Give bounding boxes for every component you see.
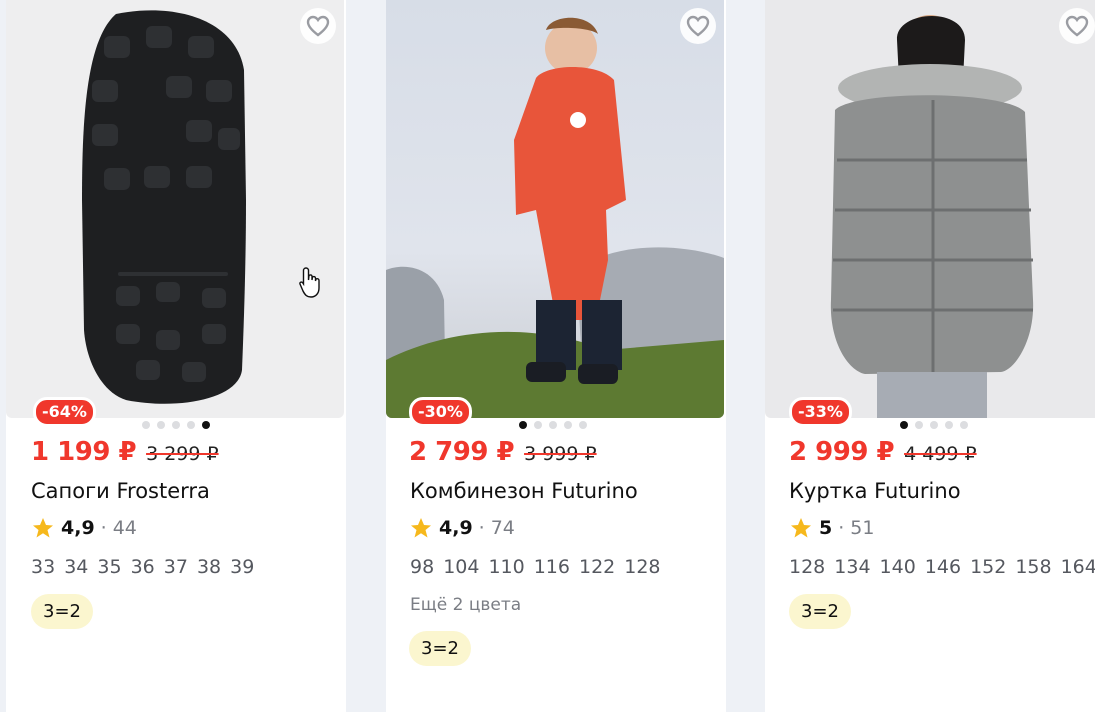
price-row: 2 999 ₽ 4 499 ₽: [789, 437, 977, 467]
current-price: 1 199 ₽: [31, 437, 137, 467]
product-card[interactable]: -30% 2 799 ₽ 3 999 ₽ Комбинезон Futurino…: [386, 0, 726, 712]
star-icon: [33, 518, 53, 538]
size-option: 122: [578, 556, 616, 578]
boot-sole-image: [82, 10, 246, 404]
size-option: 39: [230, 556, 255, 578]
pager-dot[interactable]: [579, 421, 587, 429]
size-option: 37: [163, 556, 188, 578]
star-icon: [411, 518, 431, 538]
pager-dot[interactable]: [549, 421, 557, 429]
size-option: 164: [1060, 556, 1095, 578]
size-option: 152: [970, 556, 1007, 578]
size-option: 110: [488, 556, 525, 578]
product-image[interactable]: [6, 0, 344, 418]
review-count: 44: [112, 517, 137, 539]
pager-dot[interactable]: [534, 421, 542, 429]
size-option: 38: [196, 556, 222, 578]
size-option: 128: [789, 556, 826, 578]
old-price: 4 499 ₽: [904, 443, 977, 465]
favorite-button[interactable]: [300, 8, 336, 44]
pager-dot[interactable]: [915, 421, 923, 429]
product-title[interactable]: Комбинезон Futurino: [410, 479, 638, 503]
size-option: 146: [924, 556, 962, 578]
review-count: 51: [850, 517, 875, 539]
heart-icon: [686, 15, 710, 37]
rating: 4,9 · 74: [409, 516, 515, 540]
pager-dot-active[interactable]: [202, 421, 210, 429]
favorite-button[interactable]: [680, 8, 716, 44]
size-list: 128 134 140 146 152 158 164: [789, 556, 1095, 578]
pager-dot[interactable]: [157, 421, 165, 429]
promo-badge: 3=2: [31, 594, 93, 629]
more-colors[interactable]: Ещё 2 цвета: [410, 595, 521, 615]
old-price: 3 999 ₽: [524, 443, 597, 465]
size-option: 104: [443, 556, 480, 578]
size-option: 34: [64, 556, 89, 578]
size-option: 98: [410, 556, 435, 578]
jacket-photo: [830, 15, 1034, 418]
size-option: 33: [31, 556, 56, 578]
discount-badge: -30%: [409, 397, 472, 427]
product-card[interactable]: -33% 2 999 ₽ 4 499 ₽ Куртка Futurino 5 · 5…: [765, 0, 1095, 712]
discount-badge: -64%: [33, 397, 96, 427]
heart-icon: [306, 15, 330, 37]
pager-dot[interactable]: [187, 421, 195, 429]
discount-badge: -33%: [789, 397, 852, 427]
pager-dot-active[interactable]: [900, 421, 908, 429]
old-price: 3 299 ₽: [146, 443, 219, 465]
rating-value: 5: [819, 517, 833, 539]
pager-dot-active[interactable]: [519, 421, 527, 429]
pager-dot[interactable]: [930, 421, 938, 429]
rating: 4,9 · 44: [31, 516, 137, 540]
promo-badge: 3=2: [409, 631, 471, 666]
size-option: 134: [834, 556, 871, 578]
pager-dot[interactable]: [142, 421, 150, 429]
size-option: 140: [879, 556, 916, 578]
product-image[interactable]: [386, 0, 724, 418]
pager-dot[interactable]: [960, 421, 968, 429]
heart-icon: [1065, 15, 1089, 37]
review-count: 74: [490, 517, 515, 539]
rating-value: 4,9: [61, 517, 95, 539]
product-title[interactable]: Куртка Futurino: [789, 479, 961, 503]
size-option: 36: [130, 556, 155, 578]
size-list: 33 34 35 36 37 38 39: [31, 556, 254, 578]
product-title[interactable]: Сапоги Frosterra: [31, 479, 210, 503]
price-row: 2 799 ₽ 3 999 ₽: [409, 437, 597, 467]
size-option: 116: [533, 556, 570, 578]
promo-badge: 3=2: [789, 594, 851, 629]
pager-dot[interactable]: [172, 421, 180, 429]
size-option: 128: [624, 556, 661, 578]
image-pager[interactable]: [519, 421, 587, 429]
size-option: 35: [97, 556, 122, 578]
current-price: 2 799 ₽: [409, 437, 515, 467]
size-list: 98 104 110 116 122 128: [410, 556, 661, 578]
image-pager[interactable]: [900, 421, 968, 429]
star-icon: [791, 518, 811, 538]
favorite-button[interactable]: [1059, 8, 1095, 44]
image-pager[interactable]: [142, 421, 210, 429]
size-option: 158: [1015, 556, 1052, 578]
rating: 5 · 51: [789, 516, 874, 540]
jumpsuit-photo: [386, 17, 724, 418]
pager-dot[interactable]: [564, 421, 572, 429]
pager-dot[interactable]: [945, 421, 953, 429]
rating-value: 4,9: [439, 517, 473, 539]
product-card[interactable]: -64% 1 199 ₽ 3 299 ₽ Сапоги Frosterra 4,…: [6, 0, 346, 712]
hand-cursor-icon: [299, 267, 320, 298]
product-image[interactable]: [765, 0, 1095, 418]
price-row: 1 199 ₽ 3 299 ₽: [31, 437, 219, 467]
current-price: 2 999 ₽: [789, 437, 895, 467]
